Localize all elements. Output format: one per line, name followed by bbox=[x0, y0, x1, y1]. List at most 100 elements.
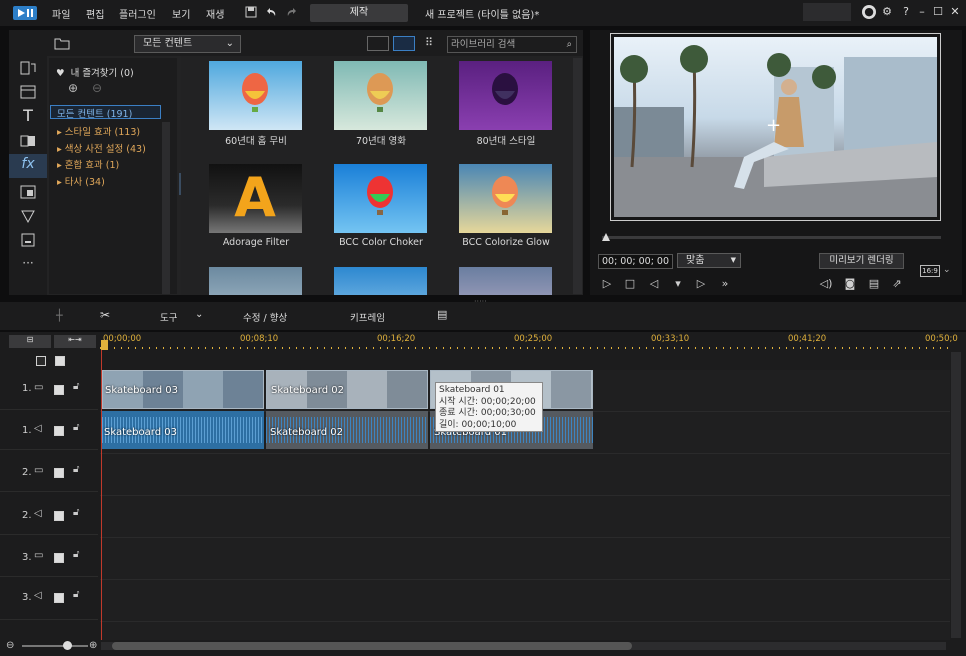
track-enable-checkbox[interactable] bbox=[54, 426, 64, 436]
help-icon[interactable]: ? bbox=[899, 5, 913, 19]
lock-icon[interactable]: 🔓︎ bbox=[73, 422, 79, 433]
account-box[interactable] bbox=[803, 3, 851, 21]
undock-preview-icon[interactable]: ⇗ bbox=[890, 278, 904, 290]
title-room-icon[interactable]: T bbox=[18, 106, 38, 126]
chevron-down-icon[interactable]: ⌄ bbox=[195, 309, 203, 320]
menu-plugins[interactable]: 플러그인 bbox=[119, 6, 156, 21]
snapshot-icon[interactable]: ◙ bbox=[843, 278, 857, 290]
keyframe-button[interactable]: 키프레임 bbox=[350, 310, 385, 324]
menu-edit[interactable]: 편집 bbox=[86, 6, 104, 21]
subtitle-preview-icon[interactable]: ▤ bbox=[867, 278, 881, 290]
undo-icon[interactable] bbox=[264, 5, 278, 19]
video-clip[interactable]: Skateboard 03 bbox=[102, 370, 264, 409]
pip-room-icon[interactable] bbox=[18, 182, 38, 202]
subtitle-room-icon[interactable] bbox=[18, 230, 38, 250]
menu-view[interactable]: 보기 bbox=[172, 6, 190, 21]
volume-icon[interactable]: ◁) bbox=[819, 278, 833, 290]
track-enable-checkbox[interactable] bbox=[54, 511, 64, 521]
category-third-party[interactable]: ▸ 타사 (34) bbox=[57, 174, 105, 188]
stop-icon[interactable]: □ bbox=[623, 278, 637, 290]
mark-in-icon[interactable]: ▾ bbox=[671, 278, 685, 290]
lock-icon[interactable]: 🔓︎ bbox=[73, 464, 79, 475]
lock-icon[interactable]: 🔓︎ bbox=[73, 507, 79, 518]
aspect-ratio-button[interactable]: 16:9 bbox=[920, 265, 940, 277]
redo-icon[interactable] bbox=[285, 5, 299, 19]
notification-icon[interactable]: ● bbox=[862, 5, 876, 19]
edit-enhance-button[interactable]: 수정 / 향상 bbox=[243, 310, 287, 324]
fast-forward-icon[interactable]: » bbox=[718, 278, 732, 290]
content-filter-dropdown[interactable]: 모든 컨텐트 ⌄ bbox=[134, 35, 241, 53]
tree-scrollbar[interactable] bbox=[162, 122, 170, 294]
zoom-slider[interactable] bbox=[22, 645, 88, 647]
split-icon[interactable]: ┼ bbox=[56, 309, 63, 322]
more-rooms-icon[interactable]: ··· bbox=[18, 256, 38, 276]
library-scrollbar[interactable] bbox=[573, 58, 582, 294]
remove-tag-icon[interactable]: ⊖ bbox=[92, 81, 102, 95]
save-icon[interactable] bbox=[244, 5, 258, 19]
fit-timeline-button[interactable]: ⇤⇥ bbox=[54, 335, 96, 348]
thumb-60s-home-movie[interactable] bbox=[209, 61, 302, 130]
thumb-partial[interactable] bbox=[334, 267, 427, 295]
transition-room-icon[interactable] bbox=[18, 131, 38, 151]
settings-icon[interactable]: ⚙ bbox=[880, 5, 894, 19]
track-visibility-all[interactable] bbox=[36, 356, 46, 366]
minimize-icon[interactable]: – bbox=[915, 5, 929, 19]
resize-handle[interactable]: ····· bbox=[474, 297, 487, 306]
preview-seek-bar[interactable] bbox=[602, 236, 941, 239]
move-crosshair-icon[interactable]: + bbox=[766, 117, 781, 135]
media-room-icon[interactable] bbox=[18, 58, 38, 78]
thumb-70s-film[interactable] bbox=[334, 61, 427, 130]
previous-frame-icon[interactable]: ◁ bbox=[647, 278, 661, 290]
fit-dropdown[interactable]: 맞춤 ▼ bbox=[677, 253, 741, 268]
cut-icon[interactable]: ✂ bbox=[100, 308, 110, 322]
grid-view-icon[interactable] bbox=[393, 36, 415, 51]
lock-icon[interactable]: 🔓︎ bbox=[73, 381, 79, 392]
category-style-effects[interactable]: ▸ 스타일 효과 (113) bbox=[57, 124, 140, 138]
subtitle-icon[interactable]: ▤ bbox=[437, 308, 447, 321]
thumb-partial[interactable] bbox=[209, 267, 302, 295]
thumbnail-size-icon[interactable]: ⠿ bbox=[425, 36, 433, 49]
thumb-bcc-color-choker[interactable] bbox=[334, 164, 427, 233]
import-media-icon[interactable] bbox=[54, 36, 70, 50]
library-search-input[interactable]: 라이브러리 검색 ⌕ bbox=[447, 36, 577, 53]
lock-icon[interactable]: 🔓︎ bbox=[73, 549, 79, 560]
zoom-in-icon[interactable]: ⊕ bbox=[89, 640, 97, 651]
search-icon[interactable]: ⌕ bbox=[567, 37, 572, 52]
add-tag-icon[interactable]: ⊕ bbox=[68, 81, 78, 95]
zoom-out-icon[interactable]: ⊖ bbox=[6, 640, 14, 651]
menu-playback[interactable]: 재생 bbox=[206, 6, 224, 21]
thumb-80s-style[interactable] bbox=[459, 61, 552, 130]
render-preview-button[interactable]: 미리보기 렌더링 bbox=[819, 253, 904, 269]
track-enable-all[interactable] bbox=[55, 356, 65, 366]
track-enable-checkbox[interactable] bbox=[54, 468, 64, 478]
category-color-presets[interactable]: ▸ 색상 사전 설정 (43) bbox=[57, 141, 146, 155]
hscroll-thumb[interactable] bbox=[112, 642, 632, 650]
zoom-slider-handle[interactable] bbox=[63, 641, 72, 650]
thumb-bcc-colorize-glow[interactable] bbox=[459, 164, 552, 233]
timeline-vscroll[interactable] bbox=[951, 352, 961, 638]
maximize-icon[interactable]: ☐ bbox=[931, 5, 945, 19]
timecode-field[interactable]: 00; 00; 00; 00 bbox=[598, 254, 673, 269]
play-icon[interactable]: ▷ bbox=[600, 278, 614, 290]
particle-room-icon[interactable] bbox=[18, 206, 38, 226]
preview-video-frame[interactable]: + bbox=[614, 37, 937, 217]
produce-button[interactable]: 제작 bbox=[310, 4, 408, 22]
menu-file[interactable]: 파일 bbox=[52, 6, 70, 21]
effect-room-icon[interactable]: fx bbox=[18, 156, 38, 176]
list-view-icon[interactable] bbox=[367, 36, 389, 51]
favorites-item[interactable]: ♥ 내 즐겨찾기 (0) bbox=[56, 65, 134, 79]
close-icon[interactable]: ✕ bbox=[948, 5, 962, 19]
audio-clip[interactable]: Skateboard 02 bbox=[266, 411, 428, 449]
storyboard-view-button[interactable]: ⊟ bbox=[9, 335, 51, 348]
chevron-down-icon[interactable]: ⌄ bbox=[943, 265, 951, 275]
audio-clip[interactable]: Skateboard 03 bbox=[102, 411, 264, 449]
playhead-handle[interactable] bbox=[101, 340, 108, 350]
next-frame-icon[interactable]: ▷ bbox=[694, 278, 708, 290]
thumb-partial[interactable] bbox=[459, 267, 552, 295]
template-room-icon[interactable] bbox=[18, 82, 38, 102]
track-enable-checkbox[interactable] bbox=[54, 593, 64, 603]
thumb-adorage-filter[interactable]: A bbox=[209, 164, 302, 233]
lock-icon[interactable]: 🔓︎ bbox=[73, 589, 79, 600]
tools-menu[interactable]: 도구 bbox=[160, 310, 177, 324]
playhead[interactable] bbox=[101, 340, 102, 640]
